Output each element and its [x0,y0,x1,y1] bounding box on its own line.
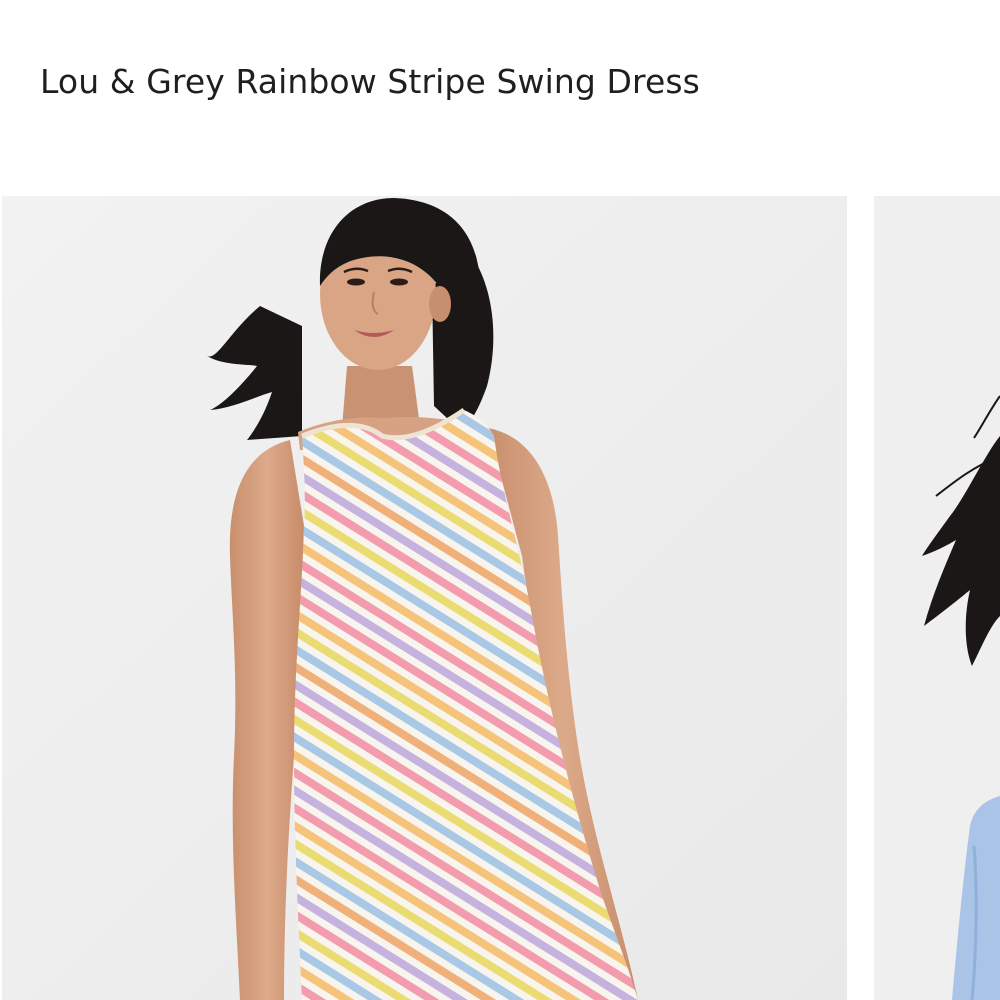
product-photo-dress [2,196,847,1000]
product-page: Lou & Grey Rainbow Stripe Swing Dress [0,0,1000,1000]
product-image-gallery[interactable] [0,196,1000,1000]
product-photo-alt [874,196,1000,1000]
product-image-main[interactable] [2,196,847,1000]
product-image-next[interactable] [874,196,1000,1000]
product-title: Lou & Grey Rainbow Stripe Swing Dress [40,62,700,101]
